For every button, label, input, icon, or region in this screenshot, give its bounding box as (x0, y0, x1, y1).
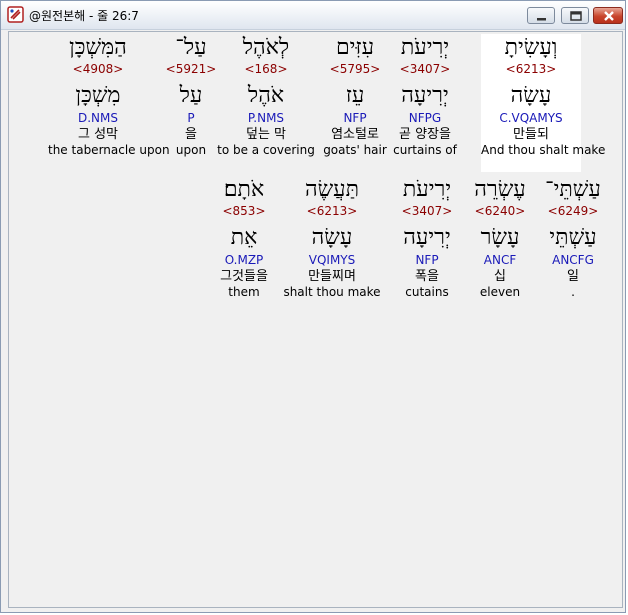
strong-number[interactable]: <6213> (282, 204, 382, 219)
english-gloss: them (228, 285, 260, 299)
word-cell[interactable]: תַּעֲשֶׂה <6213> עָשָׂה VQIMYS 만들찌며 shal… (282, 176, 382, 300)
english-gloss: And thou shalt make (481, 143, 606, 157)
morphology: NFP (415, 253, 439, 267)
hebrew-word: יְרִיעֹת (402, 177, 452, 202)
lemma: אֵת (230, 225, 258, 250)
interlinear-view[interactable]: וְעָשִׂיתָ <6213> עָשָׂה C.VQAMYS 만들되 An… (8, 31, 623, 608)
korean-gloss: 폭을 (415, 269, 439, 284)
lemma: עָשָׂה (510, 83, 552, 108)
morphology: O.MZP (224, 253, 264, 267)
maximize-icon (570, 11, 582, 21)
hebrew-word: עִזִּים (335, 35, 375, 60)
title-bar[interactable]: @원전본해 - 줄 26:7 (1, 1, 625, 30)
english-gloss: the tabernacle upon (48, 143, 170, 157)
morphology: C.VQAMYS (499, 111, 563, 125)
korean-gloss: 을 (185, 127, 197, 142)
lemma: מִשְׁכָּן (75, 83, 121, 108)
hebrew-word: וְעָשִׂיתָ (504, 35, 558, 60)
english-gloss: goats' hair (323, 143, 387, 157)
strong-number[interactable]: <4908> (48, 62, 148, 77)
close-button[interactable] (593, 7, 623, 24)
minimize-button[interactable] (527, 7, 555, 24)
lemma: עָשָׂה (311, 225, 353, 250)
strong-number[interactable]: <5921> (141, 62, 241, 77)
word-cell[interactable]: אֹתָם׃ <853> אֵת O.MZP 그것들을 them (194, 176, 294, 300)
minimize-icon (537, 18, 546, 21)
lemma: יְרִיעָה (403, 225, 451, 250)
morphology: P (187, 111, 195, 125)
hebrew-word: הַמִּשְׁכָּן (69, 35, 127, 60)
window-title: @원전본해 - 줄 26:7 (29, 9, 139, 23)
korean-gloss: 만들되 (513, 127, 549, 142)
korean-gloss: 그 성막 (77, 127, 118, 142)
morphology: NFP (343, 111, 367, 125)
morphology: D.NMS (77, 111, 118, 125)
word-cell[interactable]: עַל־ <5921> עַל P 을 upon (141, 34, 241, 158)
strong-number[interactable]: <3407> (377, 204, 477, 219)
korean-gloss: 염소털로 (331, 127, 379, 142)
lemma: עֵז (345, 83, 365, 108)
word-cell[interactable]: הַמִּשְׁכָּן <4908> מִשְׁכָּן D.NMS 그 성막… (48, 34, 170, 158)
strong-number[interactable]: <853> (194, 204, 294, 219)
english-gloss: shalt thou make (283, 285, 381, 299)
english-gloss: cutains (405, 285, 449, 299)
korean-gloss: 그것들을 (220, 269, 268, 284)
bible-app-icon (7, 6, 24, 23)
lemma: עַל (179, 83, 203, 108)
word-cell[interactable]: עִזִּים <5795> עֵז NFP 염소털로 goats' hair (305, 34, 405, 158)
morphology: VQIMYS (308, 253, 356, 267)
strong-number[interactable]: <6213> (481, 62, 581, 77)
hebrew-word: תַּעֲשֶׂה (304, 177, 360, 202)
strong-number[interactable]: <5795> (305, 62, 405, 77)
hebrew-word: אֹתָם׃ (223, 177, 265, 202)
app-window: @원전본해 - 줄 26:7 וְעָשִׂיתָ <6213> עָשָׂה … (0, 0, 626, 613)
maximize-button[interactable] (561, 7, 589, 24)
korean-gloss: 만들찌며 (308, 269, 356, 284)
hebrew-word: עַל־ (175, 35, 207, 60)
close-icon (604, 11, 614, 21)
word-cell[interactable]: וְעָשִׂיתָ <6213> עָשָׂה C.VQAMYS 만들되 An… (481, 34, 606, 172)
word-cell[interactable]: יְרִיעֹת <3407> יְרִיעָה NFP 폭을 cutains (377, 176, 477, 300)
